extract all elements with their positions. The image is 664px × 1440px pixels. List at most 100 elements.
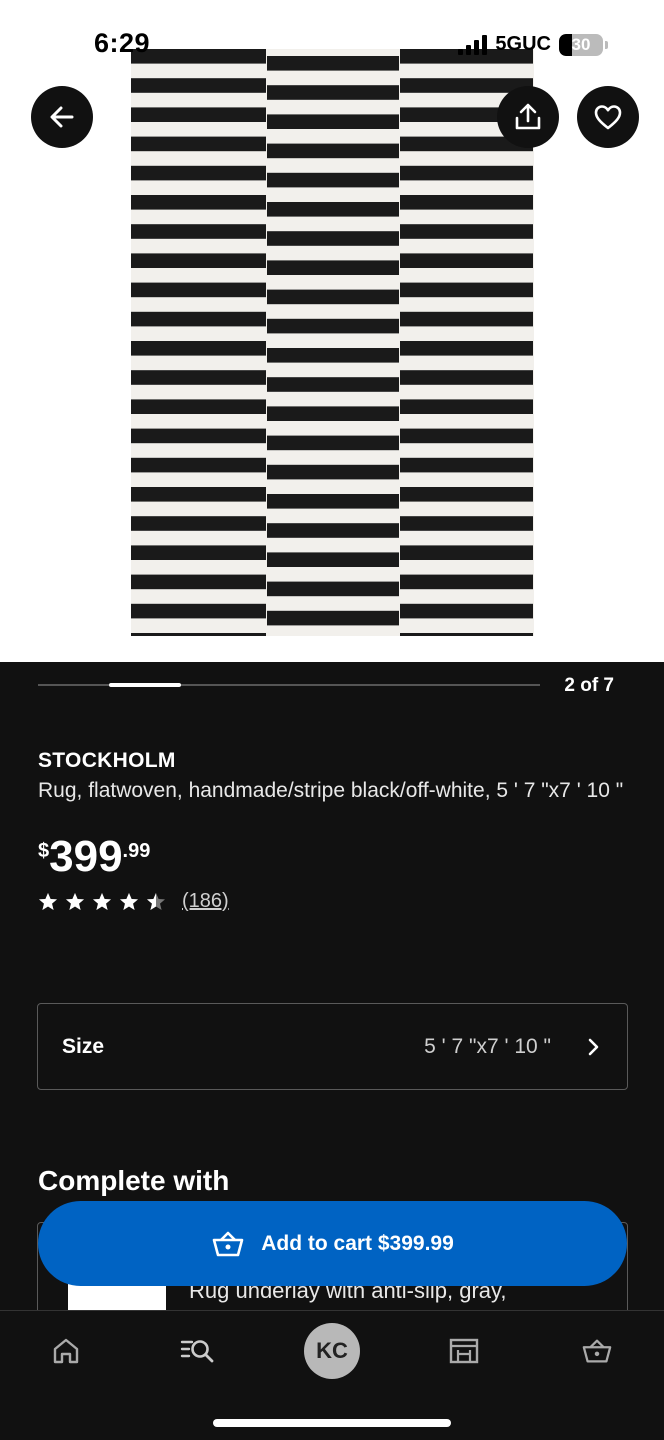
rug-stripe [400,341,533,356]
price-decimal: .99 [122,840,151,862]
star-icon [66,892,84,910]
home-indicator [213,1419,451,1427]
size-value: 5 ' 7 "x7 ' 10 " [424,1035,551,1058]
search-icon [180,1340,214,1363]
rug-stripe [131,516,266,531]
cart-icon [582,1339,612,1363]
signal-icon [458,34,488,55]
rug-stripe [267,289,399,305]
rug-stripe [267,114,399,129]
rug-stripe [131,399,266,414]
rug-stripe-pattern [131,49,533,636]
nav-cart[interactable] [567,1331,627,1371]
status-indicators: 5GUC 30 [458,33,608,56]
size-selector[interactable]: Size 5 ' 7 "x7 ' 10 " [37,1003,628,1090]
rug-stripe [131,107,266,122]
nav-home[interactable] [36,1331,96,1371]
star-icon [147,892,165,910]
rug-stripe [400,311,533,327]
rug-stripe [400,428,533,444]
back-button[interactable] [31,86,93,148]
rug-stripe [400,457,533,473]
rug-stripe [267,610,399,626]
battery-icon: 30 [559,33,603,56]
rug-stripe [267,260,399,275]
rug-stripe [131,282,266,298]
product-rating[interactable]: (186) [38,890,229,913]
image-carousel-indicator: 2 of 7 [38,674,628,698]
rug-stripe [400,516,533,531]
rug-stripe [131,253,266,268]
nav-store[interactable] [434,1331,494,1371]
rug-stripe [131,224,266,239]
rug-stripe [131,603,266,619]
rug-stripe [131,370,266,385]
rug-stripe [400,370,533,385]
rug-stripe [400,282,533,298]
avatar[interactable]: KC [304,1323,360,1379]
star-icon [120,892,138,910]
rug-stripe [267,348,399,363]
size-label: Size [62,1035,105,1058]
cart-icon [212,1231,244,1256]
status-time: 6:29 [94,28,151,58]
rug-stripe [267,406,399,421]
battery-cap [605,40,608,49]
rug-stripe [267,435,399,451]
rug-stripe [131,341,266,356]
carousel-position [109,683,181,687]
rug-stripe [267,377,399,392]
rug-stripe [131,633,266,636]
rug-stripe [400,165,533,181]
star-icon [93,892,111,910]
rug-stripe [267,231,399,246]
rug-stripe [267,494,399,509]
rug-stripe [131,195,266,210]
rug-stripe [267,172,399,188]
nav-search[interactable] [168,1331,228,1371]
rug-stripe [131,165,266,181]
rug-stripe [400,633,533,636]
chevron-right-icon [588,1038,599,1056]
store-icon [449,1338,479,1364]
favorite-button[interactable] [577,86,639,148]
rug-stripe [400,487,533,502]
price-currency: $ [38,840,50,862]
add-to-cart-label: Add to cart $399.99 [261,1231,454,1255]
image-counter: 2 of 7 [564,675,614,696]
status-bar: 6:29 5GUC 30 [0,0,664,90]
rug-stripe [267,552,399,567]
home-icon [53,1338,79,1364]
rug-stripe [267,202,399,217]
rug-stripe [131,428,266,444]
share-button[interactable] [497,86,559,148]
arrow-left-icon [50,106,74,128]
rug-stripe [131,545,266,560]
share-icon [515,103,541,130]
rug-stripe [131,311,266,327]
rug-stripe [400,195,533,210]
rug-stripe [267,464,399,480]
rug-stripe [131,136,266,152]
rug-stripe [131,574,266,590]
price-integer: 399 [49,832,123,881]
rug-stripe [400,399,533,414]
rug-stripe [267,143,399,159]
rug-stripe [267,318,399,334]
rating-stars [38,892,166,912]
star-icon [39,892,57,910]
product-name: STOCKHOLM [38,749,176,772]
add-to-cart-button[interactable]: Add to cart $399.99 [38,1201,627,1286]
product-image[interactable] [0,0,664,662]
rug-stripe [400,545,533,560]
battery-level: 30 [571,34,591,54]
rug-stripe [267,581,399,597]
product-description: Rug, flatwoven, handmade/stripe black/of… [38,779,624,802]
rug-stripe [400,253,533,268]
review-count-link[interactable]: (186) [182,890,229,913]
bottom-navigation: KC [0,1310,664,1440]
rug-stripe [400,574,533,590]
rug-stripe [400,603,533,619]
rug-stripe [131,457,266,473]
complete-with-heading: Complete with [38,1165,230,1196]
